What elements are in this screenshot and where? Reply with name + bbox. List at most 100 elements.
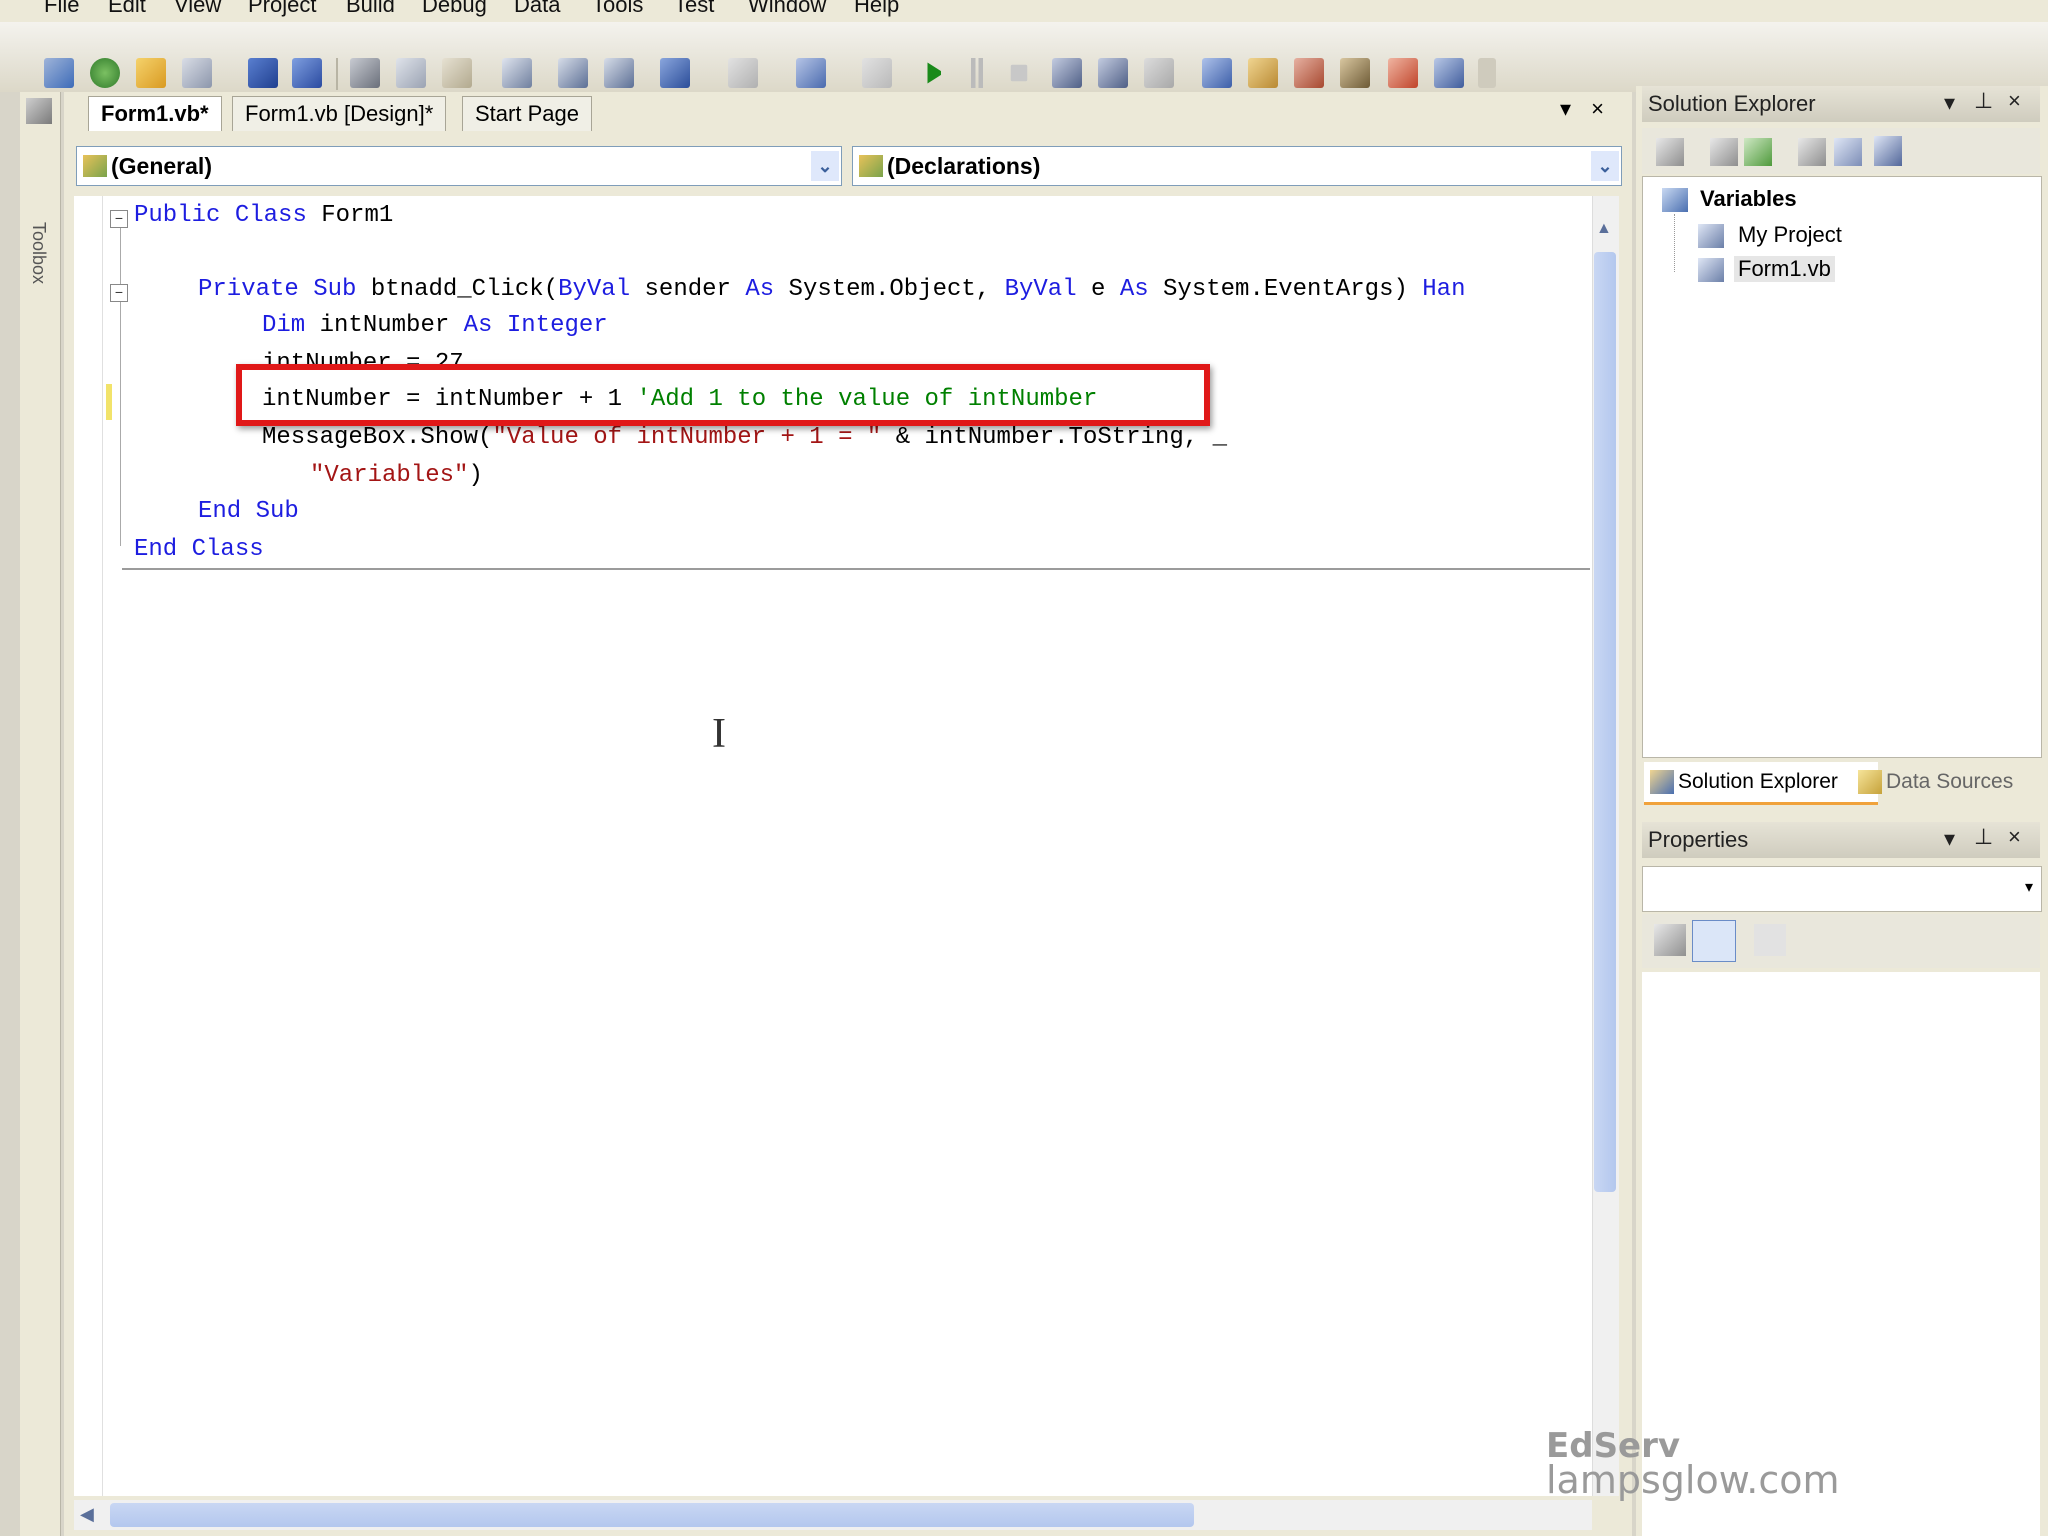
navigate-backward-icon[interactable] xyxy=(796,58,826,88)
chevron-down-icon[interactable]: ⌄ xyxy=(1591,151,1619,181)
class-name-combo[interactable]: (General) ⌄ xyxy=(76,146,842,186)
save-all-icon[interactable] xyxy=(292,58,322,88)
keyword: Dim xyxy=(262,312,306,339)
tree-item-form1[interactable]: Form1.vb xyxy=(1734,256,1835,282)
tab-data-sources[interactable]: Data Sources xyxy=(1852,762,2048,802)
identifier: System.Object, xyxy=(774,276,1005,303)
properties-toolbar xyxy=(1642,914,2040,968)
add-item-icon[interactable] xyxy=(90,58,120,88)
object-selector-combo[interactable]: ▾ xyxy=(1642,866,2042,912)
collapse-sub-icon[interactable]: − xyxy=(110,284,128,302)
properties-icon[interactable] xyxy=(1656,138,1684,166)
menu-view[interactable]: View xyxy=(174,0,221,18)
find-icon[interactable] xyxy=(502,58,532,88)
properties-dropdown-icon[interactable]: ▾ xyxy=(1944,826,1955,852)
collapse-class-icon[interactable]: − xyxy=(110,210,128,228)
horizontal-scroll-thumb[interactable] xyxy=(110,1503,1194,1527)
chevron-down-icon[interactable]: ▾ xyxy=(2025,877,2033,897)
start-page-icon[interactable] xyxy=(1434,58,1464,88)
code-line-9: End Class xyxy=(134,532,264,568)
find-in-files-icon[interactable] xyxy=(1202,58,1232,88)
step-into-icon[interactable] xyxy=(1052,58,1082,88)
code-line-1: Public Class Form1 xyxy=(134,198,393,234)
menu-window[interactable]: Window xyxy=(748,0,826,18)
tab-form1-code[interactable]: Form1.vb* xyxy=(88,96,222,131)
close-icon[interactable]: × xyxy=(2008,88,2021,114)
property-pages-icon[interactable] xyxy=(1754,924,1786,956)
form-icon xyxy=(1698,258,1724,282)
tab-form1-design[interactable]: Form1.vb [Design]* xyxy=(232,96,447,131)
class-icon xyxy=(83,155,107,177)
menu-help[interactable]: Help xyxy=(854,0,899,18)
start-debugging-icon[interactable] xyxy=(927,62,944,84)
chevron-down-icon[interactable]: ⌄ xyxy=(811,151,839,181)
menu-debug[interactable]: Debug xyxy=(422,0,487,18)
stop-icon[interactable] xyxy=(1010,64,1028,82)
method-name-combo[interactable]: (Declarations) ⌄ xyxy=(852,146,1622,186)
open-folder-icon[interactable] xyxy=(136,58,166,88)
menu-tools[interactable]: Tools xyxy=(592,0,643,18)
scroll-up-icon[interactable]: ▲ xyxy=(1596,220,1612,238)
keyword: ByVal xyxy=(1004,276,1077,303)
redo-icon[interactable] xyxy=(728,58,758,88)
class-diagram-icon[interactable] xyxy=(1874,136,1902,166)
navigate-forward-icon[interactable] xyxy=(862,58,892,88)
view-designer-icon[interactable] xyxy=(1834,138,1862,166)
solution-explorer-toolbar xyxy=(1642,128,2040,174)
new-project-icon[interactable] xyxy=(44,58,74,88)
step-over-icon[interactable] xyxy=(1098,58,1128,88)
tab-start-page[interactable]: Start Page xyxy=(462,96,592,131)
watermark-logo: EdServ lampsglow.com xyxy=(1546,1426,1840,1502)
toolbox-strip[interactable]: Toolbox xyxy=(20,92,61,1536)
identifier: sender xyxy=(630,276,746,303)
tab-list-dropdown[interactable]: ▾ xyxy=(1560,96,1571,121)
step-out-icon[interactable] xyxy=(1144,58,1174,88)
save-icon[interactable] xyxy=(248,58,278,88)
close-icon[interactable]: × xyxy=(2008,824,2021,850)
toolbar-options-icon[interactable] xyxy=(1478,58,1496,88)
paste-icon[interactable] xyxy=(442,58,472,88)
text-cursor-icon: I xyxy=(712,711,726,757)
undo-icon[interactable] xyxy=(660,58,690,88)
standard-toolbar xyxy=(0,22,2048,92)
code-line-8: End Sub xyxy=(198,494,299,530)
close-document-button[interactable]: × xyxy=(1591,96,1604,121)
show-all-files-icon[interactable] xyxy=(1710,138,1738,166)
code-line-2: Private Sub btnadd_Click(ByVal sender As… xyxy=(198,272,1466,308)
pin-icon[interactable]: ⊥ xyxy=(1974,88,1993,114)
menu-data[interactable]: Data xyxy=(514,0,560,18)
refresh-icon[interactable] xyxy=(1744,138,1772,166)
properties-window-icon[interactable] xyxy=(1294,58,1324,88)
tab-solution-explorer[interactable]: Solution Explorer xyxy=(1644,762,1878,805)
menu-file[interactable]: File xyxy=(44,0,79,18)
tree-item-project[interactable]: Variables xyxy=(1700,186,1797,212)
pause-icon[interactable] xyxy=(962,58,992,88)
object-browser-icon[interactable] xyxy=(1388,58,1418,88)
toolbox-icon[interactable] xyxy=(1340,58,1370,88)
cut-icon[interactable] xyxy=(350,58,380,88)
toolbox-icon xyxy=(26,98,52,124)
add-new-item-icon[interactable] xyxy=(182,58,212,88)
vertical-scroll-thumb[interactable] xyxy=(1594,252,1616,1192)
keyword: As xyxy=(1119,276,1149,303)
categorized-icon[interactable] xyxy=(1654,924,1686,956)
copy-icon[interactable] xyxy=(396,58,426,88)
view-code-icon[interactable] xyxy=(1798,138,1826,166)
tree-line xyxy=(1674,214,1676,272)
pin-icon[interactable]: ⊥ xyxy=(1974,824,1993,850)
solution-explorer-icon[interactable] xyxy=(1248,58,1278,88)
solution-explorer-dropdown-icon[interactable]: ▾ xyxy=(1944,90,1955,116)
tree-item-my-project[interactable]: My Project xyxy=(1738,222,1842,248)
uncomment-icon[interactable] xyxy=(604,58,634,88)
alphabetical-icon[interactable] xyxy=(1692,920,1736,962)
editor-gutter xyxy=(74,196,103,1496)
keyword: Sub xyxy=(313,276,357,303)
comment-icon[interactable] xyxy=(558,58,588,88)
menu-edit[interactable]: Edit xyxy=(108,0,146,18)
menu-build[interactable]: Build xyxy=(346,0,395,18)
menu-test[interactable]: Test xyxy=(674,0,714,18)
menu-project[interactable]: Project xyxy=(248,0,316,18)
scroll-left-icon[interactable]: ◀ xyxy=(80,1504,94,1525)
keyword: Han xyxy=(1422,276,1466,303)
statement: ) xyxy=(468,462,483,489)
